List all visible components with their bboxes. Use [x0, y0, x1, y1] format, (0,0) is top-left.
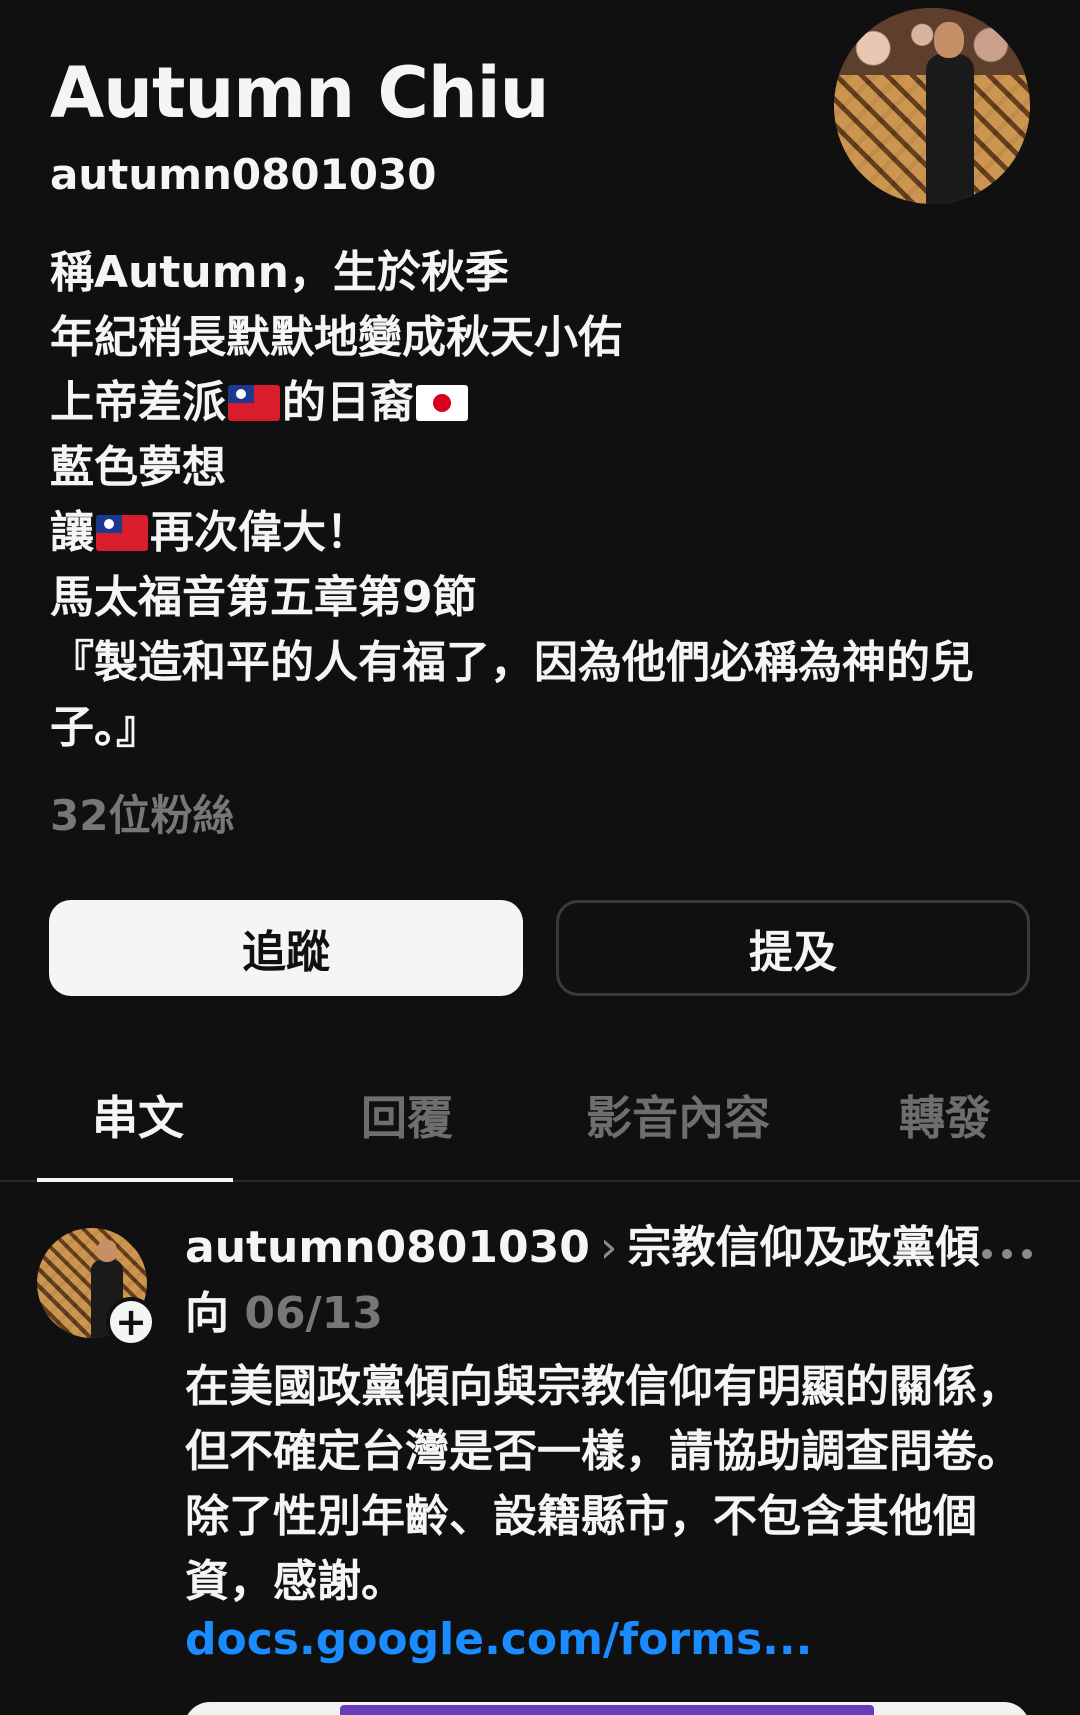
profile-bio: 稱Autumn，生於秋季 年紀稍長默默地變成秋天小佑 上帝差派 的日裔 藍色夢想 … — [50, 240, 1010, 760]
bio-text: 再次偉大！ — [150, 507, 370, 558]
followers-count[interactable]: 32位粉絲 — [50, 782, 234, 843]
flag-taiwan-icon — [228, 385, 280, 421]
tab-replies[interactable]: 回覆 — [361, 1082, 453, 1148]
bio-line: 上帝差派 的日裔 — [50, 370, 1010, 435]
profile-name: Autumn Chiu — [50, 52, 549, 134]
chevron-right-icon: › — [599, 1222, 618, 1273]
plus-icon[interactable]: + — [106, 1297, 156, 1347]
profile-handle[interactable]: autumn0801030 — [50, 150, 436, 199]
bio-text: 上帝差派 — [50, 377, 226, 428]
bio-line: 稱Autumn，生於秋季 — [50, 247, 509, 298]
tab-media[interactable]: 影音內容 — [586, 1082, 770, 1148]
avatar-person — [926, 54, 974, 204]
post-body: 在美國政黨傾向與宗教信仰有明顯的關係，但不確定台灣是否一樣，請協助調查問卷。除了… — [185, 1361, 1021, 1607]
bio-text: 的日裔 — [282, 377, 414, 428]
avatar-person-head — [97, 1240, 117, 1262]
profile-avatar[interactable] — [834, 8, 1030, 204]
active-tab-indicator — [37, 1178, 233, 1182]
more-dot — [1002, 1249, 1012, 1259]
mention-button[interactable]: 提及 — [556, 900, 1030, 996]
bio-line: 『製造和平的人有福了，因為他們必稱為神的兒子。』 — [50, 637, 974, 753]
tab-threads[interactable]: 串文 — [92, 1082, 184, 1148]
profile-page: Autumn Chiu autumn0801030 稱Autumn，生於秋季 年… — [0, 0, 1080, 1715]
avatar-person-head — [934, 22, 964, 58]
bio-line: 馬太福音第五章第9節 — [50, 572, 477, 623]
more-dot — [982, 1249, 992, 1259]
bio-line: 年紀稍長默默地變成秋天小佑 — [50, 312, 622, 363]
more-icon[interactable] — [982, 1234, 1032, 1274]
post-date: 06/13 — [244, 1288, 383, 1339]
tab-reposts[interactable]: 轉發 — [899, 1082, 991, 1148]
link-preview-card[interactable] — [184, 1702, 1030, 1715]
flag-taiwan-icon — [96, 515, 148, 551]
follow-button[interactable]: 追蹤 — [49, 900, 523, 996]
flag-japan-icon — [416, 385, 468, 421]
post-author[interactable]: autumn0801030 — [185, 1222, 590, 1273]
form-header-bar — [340, 1705, 874, 1715]
bio-line: 讓 再次偉大！ — [50, 500, 1010, 565]
bio-text: 讓 — [50, 507, 94, 558]
post-header: autumn0801030 › 宗教信仰及政黨傾向 06/13 — [185, 1215, 985, 1347]
bio-line: 藍色夢想 — [50, 442, 226, 493]
profile-tabs: 串文 回覆 影音內容 轉發 — [0, 1060, 1080, 1182]
post-link[interactable]: docs.google.com/forms... — [185, 1614, 812, 1665]
more-dot — [1022, 1249, 1032, 1259]
